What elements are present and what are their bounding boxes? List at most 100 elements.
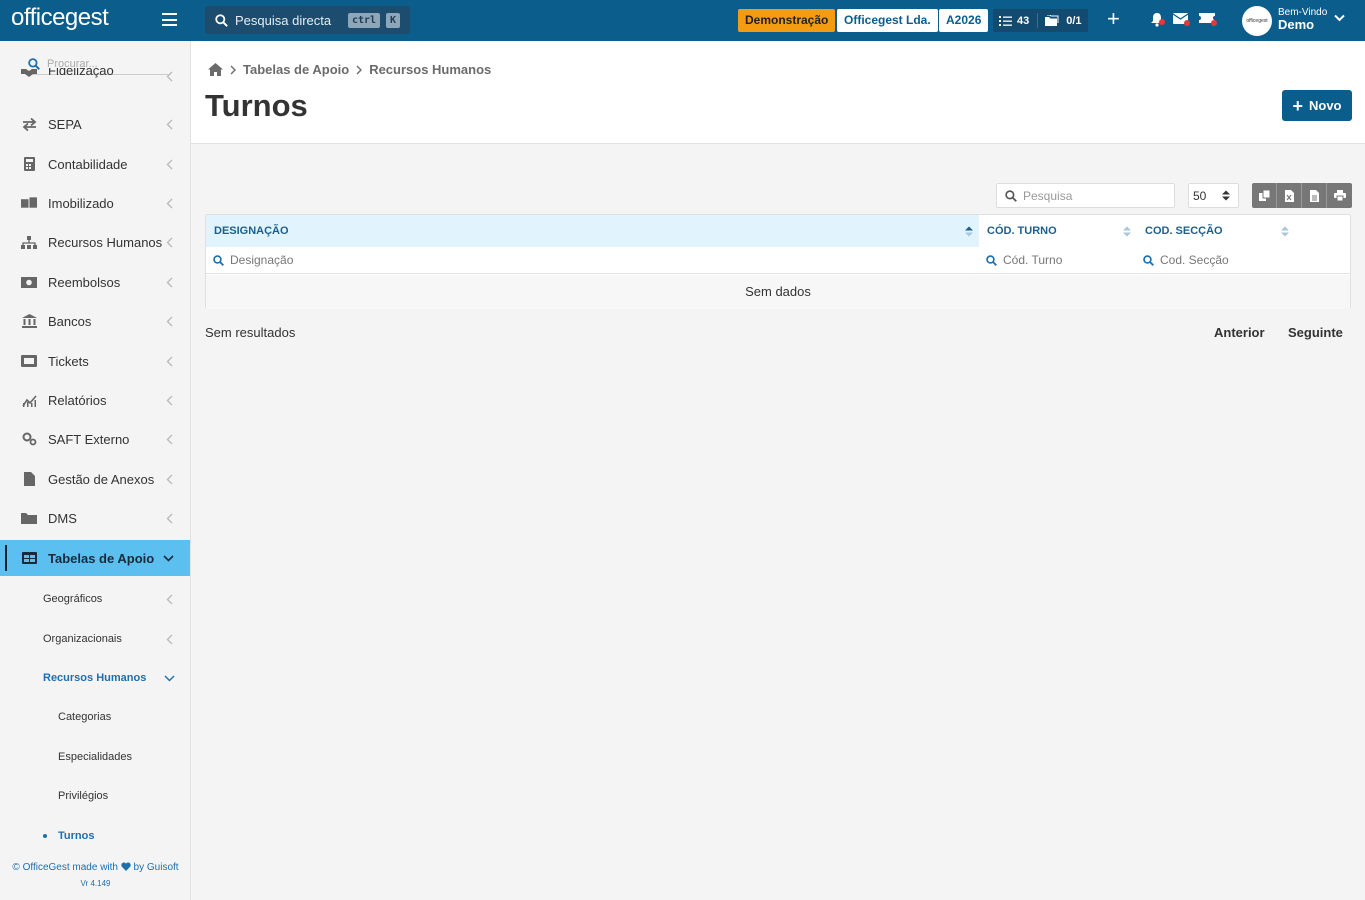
page-size-select[interactable]: 50 [1188, 183, 1239, 208]
quick-add-icon[interactable]: + [1107, 8, 1120, 30]
next-page-button[interactable]: Seguinte [1288, 325, 1343, 340]
sidebar-item-tickets[interactable]: Tickets [0, 343, 190, 379]
sidebar-item-bancos[interactable]: Bancos [0, 303, 190, 339]
sidebar-subitem-recursos-humanos[interactable]: Recursos Humanos [0, 663, 190, 693]
sidebar-item-label: DMS [48, 510, 77, 526]
global-search-label: Pesquisa directa [235, 12, 332, 28]
chevron-left-icon [166, 434, 173, 444]
tasks-count: 43 [1017, 14, 1030, 27]
column-header-designacao[interactable]: DESIGNAÇÃO [206, 215, 979, 247]
sidebar-item-relatorios[interactable]: Relatórios [0, 382, 190, 418]
excel-button[interactable] [1277, 183, 1302, 208]
filter-designacao[interactable]: Designação [206, 247, 979, 274]
sidebar-item-reembolsos[interactable]: Reembolsos [0, 264, 190, 300]
task-folder-counter: 43 0/1 [993, 9, 1088, 32]
global-search[interactable]: Pesquisa directa ctrl K [205, 6, 410, 34]
sidebar-item-tabelas-apoio[interactable]: Tabelas de Apoio [0, 540, 190, 576]
sidebar-item-label: Reembolsos [48, 274, 121, 290]
table-search-placeholder: Pesquisa [1023, 188, 1073, 203]
sidebar-item-label: Recursos Humanos [48, 234, 163, 250]
chevron-left-icon [166, 356, 173, 366]
sidebar-subitem-label: Especialidades [58, 751, 132, 763]
chevron-left-icon [166, 198, 173, 208]
breadcrumb: Tabelas de Apoio Recursos Humanos [208, 62, 491, 77]
home-icon[interactable] [208, 63, 223, 76]
sidebar: Procurar... Fidelização SEPA Contabilida… [0, 41, 191, 900]
file-text-icon [1309, 189, 1319, 202]
tasks-button[interactable]: 43 [999, 15, 1029, 27]
sidebar-item-gestao-anexos[interactable]: Gestão de Anexos [0, 461, 190, 497]
footer-credit-left: © OfficeGest made with [12, 862, 118, 873]
filter-placeholder: Designação [230, 253, 294, 267]
user-menu[interactable]: Bem-Vindo Demo [1278, 7, 1327, 31]
sidebar-subitem-organizacionais[interactable]: Organizacionais [0, 624, 190, 654]
menu-toggle-icon[interactable] [162, 13, 177, 26]
sidebar-subitem-especialidades[interactable]: Especialidades [0, 742, 190, 772]
task-list-icon [999, 16, 1012, 26]
footer-credit-right[interactable]: by Guisoft [134, 862, 179, 873]
table-search-input[interactable]: Pesquisa [996, 183, 1175, 208]
plus-icon: + [1292, 95, 1303, 116]
copy-button[interactable] [1252, 183, 1277, 208]
sidebar-item-fidelizacao[interactable]: Fidelização [0, 68, 190, 92]
filter-placeholder: Cod. Secção [1160, 253, 1229, 267]
sidebar-subitem-turnos[interactable]: Turnos [0, 821, 190, 851]
breadcrumb-item[interactable]: Tabelas de Apoio [243, 62, 349, 77]
print-button[interactable] [1327, 183, 1352, 208]
table-icon [21, 550, 37, 566]
sidebar-item-sepa[interactable]: SEPA [0, 106, 190, 142]
calculator-icon [21, 156, 37, 172]
filter-cod-seccao[interactable]: Cod. Secção [1137, 247, 1350, 274]
file-icon [21, 471, 37, 487]
search-icon [1143, 254, 1154, 266]
empty-state: Sem dados [206, 275, 1350, 309]
chevron-down-icon [164, 675, 175, 681]
sidebar-item-dms[interactable]: DMS [0, 500, 190, 536]
chevron-left-icon [166, 474, 173, 484]
ticket-icon [21, 353, 37, 369]
column-header-cod-seccao[interactable]: COD. SECÇÃO [1137, 215, 1350, 247]
previous-page-button[interactable]: Anterior [1214, 325, 1265, 340]
sidebar-item-label: Contabilidade [48, 156, 128, 172]
column-header-cod-turno[interactable]: CÓD. TURNO [979, 215, 1137, 247]
data-grid: DESIGNAÇÃO CÓD. TURNO COD. SECÇÃO Design… [205, 214, 1351, 309]
copy-icon [1258, 190, 1270, 201]
sidebar-item-saft-externo[interactable]: SAFT Externo [0, 421, 190, 457]
sidebar-subitem-geograficos[interactable]: Geográficos [0, 584, 190, 614]
tickets-icon[interactable] [1199, 12, 1217, 30]
export-buttons [1252, 183, 1352, 208]
notifications-icon[interactable] [1150, 12, 1165, 32]
chevron-left-icon [166, 277, 173, 287]
chevron-right-icon [356, 65, 363, 75]
demo-badge[interactable]: Demonstração [738, 9, 836, 32]
sidebar-item-label: Gestão de Anexos [48, 471, 155, 487]
user-name: Demo [1278, 17, 1315, 32]
messages-icon[interactable] [1172, 12, 1190, 30]
sidebar-subitem-privilegios[interactable]: Privilégios [0, 781, 190, 811]
chevron-right-icon [230, 65, 236, 75]
chevron-left-icon [166, 237, 173, 247]
page-header: Tabelas de Apoio Recursos Humanos Turnos… [191, 41, 1365, 144]
column-header-label: DESIGNAÇÃO [214, 225, 289, 237]
filter-cod-turno[interactable]: Cód. Turno [979, 247, 1137, 274]
print-icon [1333, 190, 1346, 201]
app-version: Vr 4.149 [80, 879, 111, 888]
top-bar: officegest Pesquisa directa ctrl K Demon… [0, 0, 1365, 41]
chevron-left-icon [166, 316, 173, 326]
company-selector[interactable]: Officegest Lda. [837, 9, 938, 32]
csv-button[interactable] [1302, 183, 1327, 208]
sidebar-item-label: Imobilizado [48, 195, 114, 211]
search-icon [215, 13, 228, 27]
year-selector[interactable]: A2026 [939, 9, 989, 32]
sidebar-item-contabilidade[interactable]: Contabilidade [0, 146, 190, 182]
breadcrumb-item[interactable]: Recursos Humanos [369, 62, 491, 77]
sidebar-subitem-categorias[interactable]: Categorias [0, 702, 190, 732]
app-logo[interactable]: officegest [11, 4, 109, 32]
chevron-down-icon[interactable] [1334, 14, 1345, 22]
sidebar-item-recursos-humanos[interactable]: Recursos Humanos [0, 224, 190, 260]
new-button[interactable]: + Novo [1282, 90, 1352, 121]
user-avatar[interactable]: officegest [1242, 6, 1272, 36]
column-header-label: COD. SECÇÃO [1145, 225, 1223, 237]
sidebar-item-imobilizado[interactable]: Imobilizado [0, 185, 190, 221]
folders-button[interactable]: 0/1 [1045, 15, 1082, 27]
